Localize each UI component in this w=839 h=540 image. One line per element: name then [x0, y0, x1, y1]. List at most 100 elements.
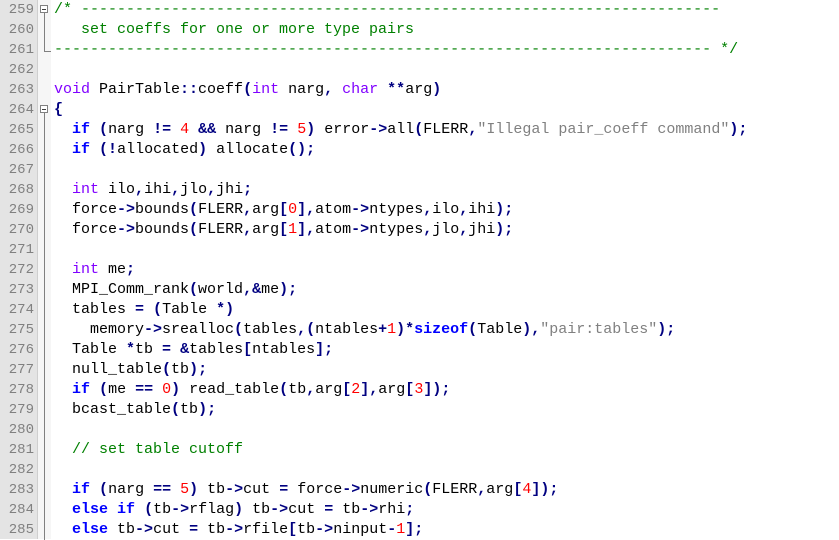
line-number: 280 — [8, 422, 34, 438]
code-token: , — [135, 181, 145, 198]
code-token: ]; — [315, 341, 334, 358]
code-token: [ — [243, 341, 253, 358]
code-line[interactable]: force->bounds(FLERR,arg[0],atom->ntypes,… — [51, 200, 839, 220]
code-line[interactable]: tables = (Table *) — [51, 300, 839, 320]
code-token: ), — [522, 321, 541, 338]
fold-line — [38, 380, 51, 400]
code-token: bounds — [135, 221, 190, 238]
code-line[interactable]: { — [51, 100, 839, 120]
code-token: , — [468, 121, 478, 138]
code-token: == — [153, 481, 172, 498]
code-token: ], — [297, 201, 316, 218]
code-line[interactable]: if (narg == 5) tb->cut = force->numeric(… — [51, 480, 839, 500]
code-token: if — [72, 481, 91, 498]
code-token: int — [72, 181, 100, 198]
fold-line — [38, 320, 51, 340]
code-token: ntypes — [369, 201, 424, 218]
code-line[interactable]: if (!allocated) allocate(); — [51, 140, 839, 160]
code-token: ihi — [468, 201, 496, 218]
code-line[interactable]: force->bounds(FLERR,arg[1],atom->ntypes,… — [51, 220, 839, 240]
code-area[interactable]: /* -------------------------------------… — [51, 0, 839, 539]
line-number: 268 — [8, 182, 34, 198]
code-token: ----------------------------------------… — [54, 41, 739, 58]
code-line[interactable]: void PairTable::coeff(int narg, char **a… — [51, 80, 839, 100]
code-token: ( — [189, 221, 199, 238]
code-token: ) — [234, 501, 244, 518]
code-token: ); — [198, 401, 217, 418]
code-token: ( — [99, 121, 109, 138]
code-token: ]; — [405, 521, 424, 538]
code-token: "pair:tables" — [540, 321, 658, 338]
code-token: allocated — [117, 141, 199, 158]
code-token: && — [198, 121, 217, 138]
fold-toggle-icon[interactable] — [38, 100, 51, 120]
code-token: ) — [306, 121, 316, 138]
code-line[interactable]: int ilo,ihi,jlo,jhi; — [51, 180, 839, 200]
fold-toggle-icon[interactable] — [38, 0, 51, 20]
code-token: -> — [351, 201, 370, 218]
code-token: , — [324, 81, 334, 98]
code-editor[interactable]: 259 260 261 262 263 264 265 266 267 268 269 270 271 2… — [0, 0, 839, 540]
code-token: ilo — [99, 181, 136, 198]
code-token: ihi — [144, 181, 172, 198]
line-number-gutter[interactable]: 259 260 261 262 263 264 265 266 267 268 269 270 271 2… — [0, 0, 38, 539]
code-line[interactable] — [51, 420, 839, 440]
code-line[interactable] — [51, 160, 839, 180]
code-line[interactable]: int me; — [51, 260, 839, 280]
code-line[interactable]: if (narg != 4 && narg != 5) error->all(F… — [51, 120, 839, 140]
fold-empty — [38, 80, 51, 100]
line-number: 273 — [8, 282, 34, 298]
code-line[interactable]: /* -------------------------------------… — [51, 0, 839, 20]
code-token: ); — [729, 121, 748, 138]
code-token: sizeof — [414, 321, 469, 338]
code-token: = — [135, 301, 145, 318]
code-line[interactable] — [51, 240, 839, 260]
code-token: + — [378, 321, 388, 338]
code-token: // set table cutoff — [72, 441, 244, 458]
code-line[interactable]: set coeffs for one or more type pairs — [51, 20, 839, 40]
code-line[interactable]: Table *tb = &tables[ntables]; — [51, 340, 839, 360]
code-token: cut — [153, 521, 190, 538]
fold-line — [38, 420, 51, 440]
code-token: tb — [288, 381, 307, 398]
fold-line — [38, 180, 51, 200]
code-line[interactable]: ----------------------------------------… — [51, 40, 839, 60]
code-line[interactable]: else tb->cut = tb->rfile[tb->ninput-1]; — [51, 520, 839, 539]
code-token: ( — [99, 481, 109, 498]
code-line[interactable]: null_table(tb); — [51, 360, 839, 380]
code-line[interactable]: bcast_table(tb); — [51, 400, 839, 420]
code-line[interactable]: if (me == 0) read_table(tb,arg[2],arg[3]… — [51, 380, 839, 400]
code-token: ( — [153, 301, 163, 318]
code-token: tb — [171, 361, 190, 378]
code-token: Table — [477, 321, 523, 338]
fold-line — [38, 280, 51, 300]
code-token: { — [54, 101, 64, 118]
code-token: & — [180, 341, 190, 358]
code-token: (! — [99, 141, 118, 158]
line-number: 261 — [8, 42, 34, 58]
code-line[interactable]: MPI_Comm_rank(world,&me); — [51, 280, 839, 300]
fold-margin[interactable] — [38, 0, 51, 540]
code-token: , — [459, 221, 469, 238]
line-number: 269 — [8, 202, 34, 218]
code-token: tables — [54, 301, 136, 318]
code-token: error — [315, 121, 370, 138]
code-token: arg — [486, 481, 514, 498]
code-token: arg — [315, 381, 343, 398]
line-number: 259 — [8, 2, 34, 18]
line-number: 275 — [8, 322, 34, 338]
code-line[interactable] — [51, 60, 839, 80]
code-token: 0 — [162, 381, 172, 398]
code-token: allocate — [207, 141, 289, 158]
code-line[interactable]: // set table cutoff — [51, 440, 839, 460]
code-line[interactable]: memory->srealloc(tables,(ntables+1)*size… — [51, 320, 839, 340]
code-token: ntables — [315, 321, 379, 338]
code-token: if — [72, 141, 91, 158]
code-token: tables — [243, 321, 298, 338]
code-line[interactable] — [51, 460, 839, 480]
code-token: -> — [351, 221, 370, 238]
code-line[interactable]: else if (tb->rflag) tb->cut = tb->rhi; — [51, 500, 839, 520]
